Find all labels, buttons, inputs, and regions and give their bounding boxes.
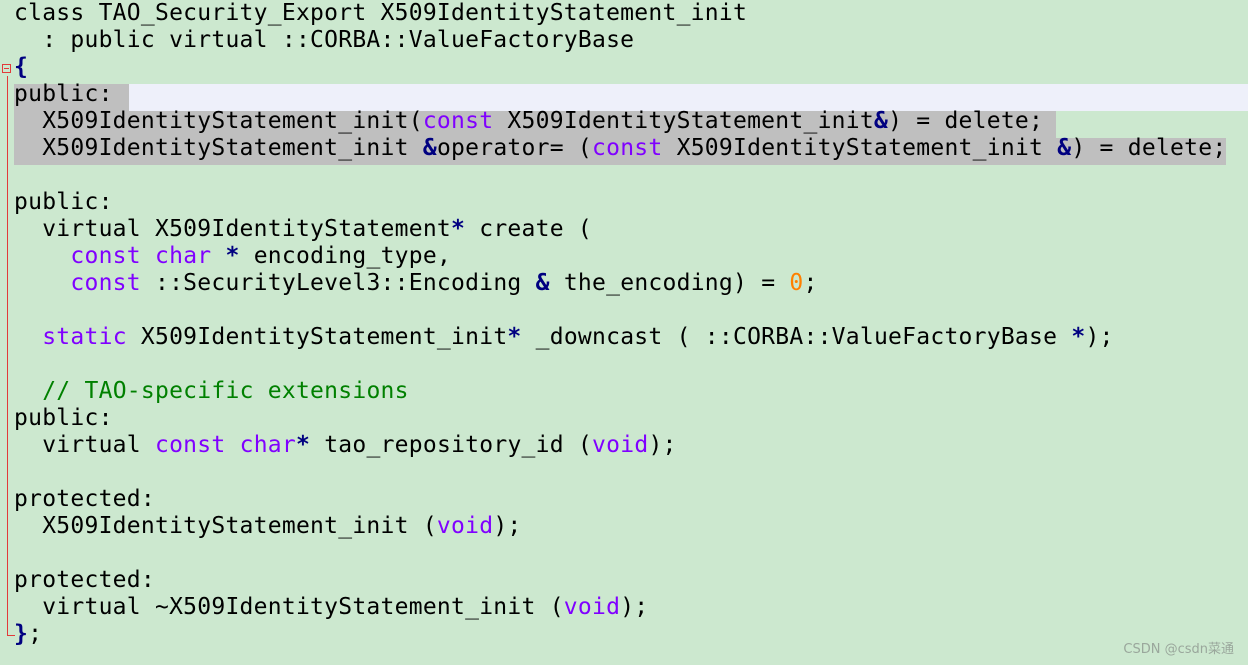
code-line-23: virtual ~X509IdentityStatement_init (voi… xyxy=(14,594,649,620)
code-line-4: public: xyxy=(14,81,113,107)
code-line-16: public: xyxy=(14,405,113,431)
code-line-6: X509IdentityStatement_init &operator= (c… xyxy=(14,135,1227,161)
code-line-9: virtual X509IdentityStatement* create ( xyxy=(14,216,592,242)
code-editor[interactable]: class TAO_Security_Export X509IdentitySt… xyxy=(0,0,1248,665)
code-line-20: X509IdentityStatement_init (void); xyxy=(14,513,522,539)
code-line-13: static X509IdentityStatement_init* _down… xyxy=(42,324,1114,350)
fold-guide-line xyxy=(7,76,8,636)
code-line-22: protected: xyxy=(14,567,155,593)
code-line-19: protected: xyxy=(14,486,155,512)
fold-toggle-icon[interactable] xyxy=(2,64,11,73)
code-line-11: const ::SecurityLevel3::Encoding & the_e… xyxy=(70,270,818,296)
code-line-17: virtual const char* tao_repository_id (v… xyxy=(14,432,677,458)
code-content[interactable]: class TAO_Security_Export X509IdentitySt… xyxy=(14,0,1226,648)
code-line-5: X509IdentityStatement_init(const X509Ide… xyxy=(14,108,1044,134)
code-line-24: }; xyxy=(14,621,43,647)
code-line-3: { xyxy=(14,54,29,80)
code-line-15: // TAO-specific extensions xyxy=(42,378,409,404)
code-line-1: class TAO_Security_Export X509IdentitySt… xyxy=(14,0,748,26)
code-line-8: public: xyxy=(14,189,113,215)
code-line-2: : public virtual ::CORBA::ValueFactoryBa… xyxy=(14,27,635,53)
watermark-text: CSDN @csdn菜通 xyxy=(1123,642,1234,657)
code-line-10: const char * encoding_type, xyxy=(70,243,452,269)
